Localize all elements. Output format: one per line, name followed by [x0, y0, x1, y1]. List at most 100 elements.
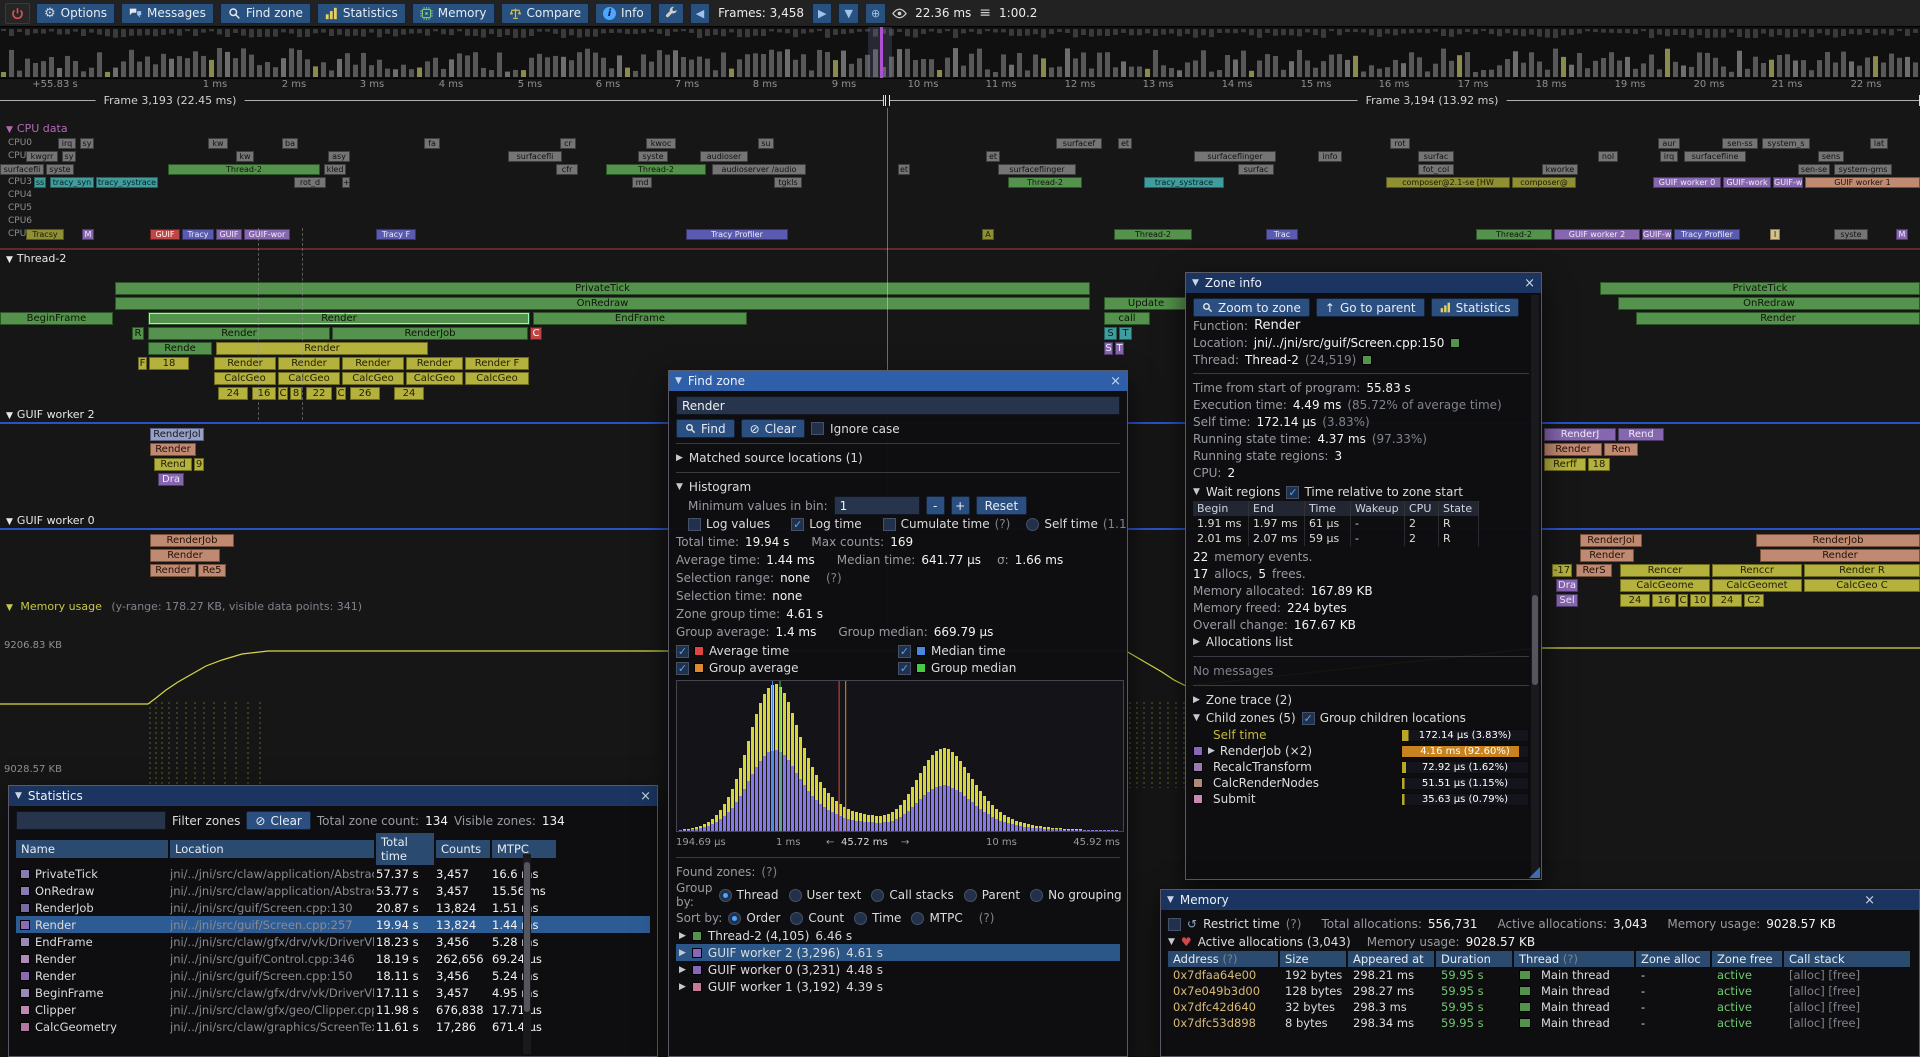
zoom-to-zone-button[interactable]: Zoom to zone: [1193, 298, 1310, 317]
child-zone-row[interactable]: CalcRenderNodes 51.51 µs (1.15%): [1193, 775, 1529, 791]
help-mark[interactable]: (?): [979, 911, 995, 925]
resize-grip[interactable]: [1529, 867, 1540, 878]
guif-worker0-section-header[interactable]: ▼GUIF worker 0: [6, 514, 95, 527]
next-frame-button[interactable]: ▶: [812, 3, 832, 24]
allocation-appeared-at[interactable]: 298.34 ms: [1348, 1016, 1436, 1030]
timeline-zone[interactable]: CalcGeo: [465, 372, 529, 385]
cpu-zone[interactable]: cfr: [556, 164, 578, 175]
legend-checkbox[interactable]: Median time: [898, 644, 1110, 658]
cpu-zone[interactable]: Thread-2: [1476, 229, 1552, 240]
cpu-zone[interactable]: lat: [1870, 138, 1888, 149]
timeline-zone[interactable]: CalcGeo C: [1804, 579, 1920, 592]
frame-dropdown-button[interactable]: ▼: [838, 3, 858, 24]
cpu-zone[interactable]: A: [982, 229, 994, 240]
cpu-zone[interactable]: M: [1896, 229, 1908, 240]
statistics-row[interactable]: Render jni/../jni/src/guif/Control.cpp:3…: [16, 950, 650, 967]
restrict-time-checkbox[interactable]: [1168, 918, 1181, 931]
timeline-zone[interactable]: Ren: [1604, 443, 1638, 456]
timeline-zone[interactable]: 24: [394, 387, 424, 400]
timeline-zone[interactable]: 18: [149, 357, 189, 370]
timeline-zone[interactable]: C: [530, 327, 542, 340]
zone-trace-toggle[interactable]: ▶Zone trace (2): [1193, 691, 1529, 709]
prev-frame-button[interactable]: ◀: [690, 3, 710, 24]
statistics-row[interactable]: EndFrame jni/../jni/src/claw/gfx/drv/vk/…: [16, 933, 650, 950]
allocation-address[interactable]: 0x7dfc42d640: [1168, 1000, 1280, 1014]
timeline-zone[interactable]: Render: [1636, 312, 1920, 325]
frame-overview-strip[interactable]: [0, 27, 1920, 79]
timeline-zone[interactable]: Dra: [158, 473, 184, 486]
allocation-row[interactable]: 0x7dfc42d640 32 bytes 298.3 ms 59.95 s M…: [1168, 999, 1912, 1015]
cpu-zone[interactable]: GUIF worker 2: [1554, 229, 1640, 240]
wait-region-column-header[interactable]: CPU: [1405, 501, 1439, 516]
timeline-zone[interactable]: OnRedraw: [1618, 297, 1920, 310]
timeline-zone[interactable]: RenderJob: [1756, 534, 1920, 547]
close-icon[interactable]: ×: [1864, 893, 1875, 908]
timeline-zone[interactable]: Render: [278, 357, 340, 370]
clear-button[interactable]: ⊘Clear: [741, 419, 805, 438]
timeline-zone[interactable]: CalcGeo: [406, 372, 463, 385]
timeline-zone[interactable]: C: [1678, 594, 1688, 607]
timeline-zone[interactable]: 16: [252, 387, 276, 400]
allocations-column-header[interactable]: Size: [1280, 951, 1346, 967]
zone-info-titlebar[interactable]: ▼ Zone info ×: [1186, 273, 1541, 293]
timeline-zone[interactable]: Update: [1104, 297, 1188, 310]
statistics-row[interactable]: Render jni/../jni/src/guif/Screen.cpp:25…: [16, 916, 650, 933]
timeline-zone[interactable]: PrivateTick: [115, 282, 1090, 295]
cpu-zone[interactable]: kwgrr: [26, 151, 58, 162]
statistics-column-header[interactable]: Name: [16, 840, 168, 858]
group-by-radio[interactable]: Call stacks: [871, 888, 953, 902]
cpu-zone[interactable]: Thread-2: [1008, 177, 1082, 188]
timeline-zone[interactable]: RenderJob: [332, 327, 528, 340]
cpu-zone[interactable]: M: [82, 229, 94, 240]
cpu-zone[interactable]: tgkls: [774, 177, 802, 188]
location-value[interactable]: jni/../jni/src/guif/Screen.cpp:150: [1254, 336, 1445, 350]
legend-checkbox[interactable]: Average time: [676, 644, 888, 658]
range-right-arrow[interactable]: →: [901, 837, 909, 848]
found-zone-group-row[interactable]: ▶ GUIF worker 0 (3,231) 4.48 s: [676, 961, 1120, 978]
timeline-zone[interactable]: C2: [1744, 594, 1764, 607]
timeline-zone[interactable]: RenderJob: [150, 534, 234, 547]
close-icon[interactable]: ×: [640, 789, 651, 804]
cpu-data-section-header[interactable]: ▼CPU data: [6, 122, 68, 135]
group-children-checkbox[interactable]: Group children locations: [1302, 711, 1466, 725]
allocations-list-toggle[interactable]: ▶Allocations list: [1193, 633, 1529, 651]
scrollbar-thumb[interactable]: [1532, 595, 1538, 685]
collapse-icon[interactable]: ▼: [675, 376, 682, 386]
cpu-zone[interactable]: fa: [424, 138, 440, 149]
cpu-zone[interactable]: et: [898, 164, 910, 175]
filter-input[interactable]: [16, 811, 166, 830]
cpu-zone[interactable]: irq: [1660, 151, 1678, 162]
child-zone-row[interactable]: Submit 35.63 µs (0.79%): [1193, 791, 1529, 807]
filter-clear-button[interactable]: ⊘Clear: [246, 811, 310, 830]
cpu-zone[interactable]: surfacef: [1056, 138, 1102, 149]
statistics-row[interactable]: CalcGeometry jni/../jni/src/claw/graphic…: [16, 1018, 650, 1035]
memory-titlebar[interactable]: ▼ Memory ×: [1161, 890, 1919, 910]
cpu-zone[interactable]: Thread-2: [606, 164, 706, 175]
timeline-zone[interactable]: RenderJ: [1544, 428, 1616, 441]
timeline-zone[interactable]: T: [1119, 327, 1132, 340]
timeline-zone[interactable]: Render: [1760, 549, 1920, 562]
help-mark[interactable]: (?): [761, 865, 777, 879]
allocations-column-header[interactable]: Zone free: [1712, 951, 1782, 967]
memory-usage-section-header[interactable]: ▼ Memory usage (y-range: 178.27 KB, visi…: [6, 600, 362, 613]
timeline-zone[interactable]: Render: [150, 564, 196, 577]
timeline-zone[interactable]: RerS: [1576, 564, 1612, 577]
cpu-zone[interactable]: Tracy: [182, 229, 214, 240]
timeline-zone[interactable]: CalcGeomet: [1712, 579, 1802, 592]
cpu-zone[interactable]: ss: [34, 177, 46, 188]
allocations-column-header[interactable]: Zone alloc: [1636, 951, 1710, 967]
timeline-zone[interactable]: Sel: [1556, 594, 1578, 607]
cpu-zone[interactable]: syste: [46, 164, 74, 175]
timeline-zone[interactable]: -17: [1552, 564, 1572, 577]
help-mark[interactable]: (?): [1286, 917, 1302, 931]
statistics-column-header[interactable]: Counts: [436, 840, 490, 858]
timeline-zone[interactable]: RenderJol: [1580, 534, 1642, 547]
allocations-column-header[interactable]: Address (?): [1168, 951, 1278, 967]
group-by-radio[interactable]: Parent: [964, 888, 1020, 902]
cpu-zone[interactable]: kw: [236, 151, 254, 162]
timeline-zone[interactable]: Render: [216, 342, 428, 355]
cpu-zone[interactable]: GUIF-w: [1642, 229, 1672, 240]
timeline-zone[interactable]: 22: [306, 387, 332, 400]
cpu-zone[interactable]: composer@: [1512, 177, 1576, 188]
timeline-zone[interactable]: Render: [1544, 443, 1602, 456]
